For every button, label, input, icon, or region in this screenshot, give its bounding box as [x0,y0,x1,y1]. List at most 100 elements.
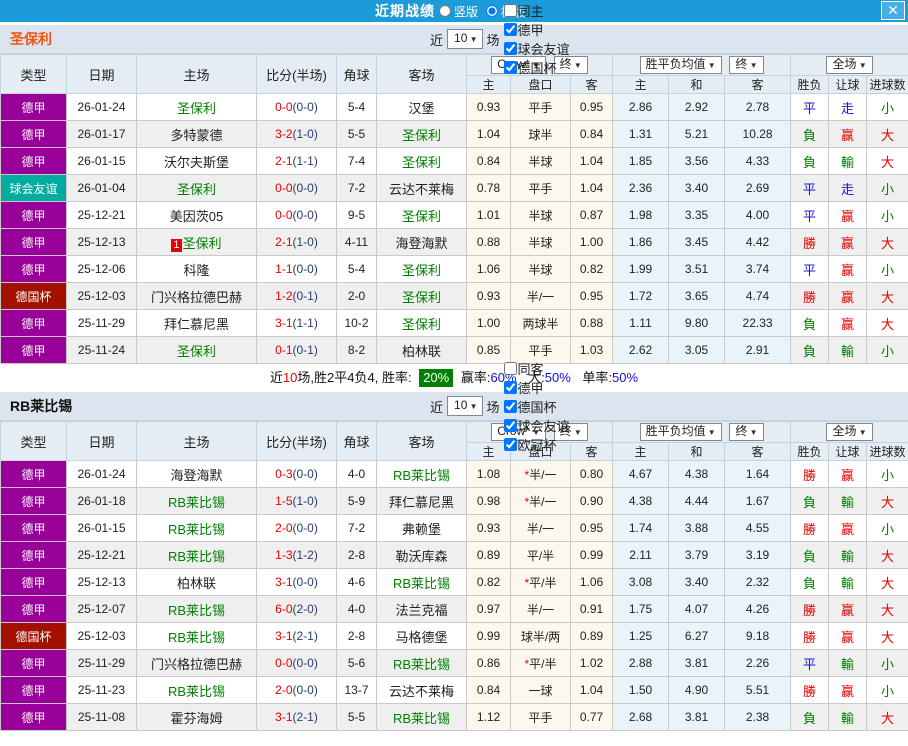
avg-draw-cell: 3.56 [668,147,726,175]
home-team-cell: 柏林联 [136,568,257,596]
winloss-result-cell: 負 [790,120,830,148]
odds-home-cell: 0.99 [466,622,511,650]
filter-option: 同客 [500,359,570,378]
odds-away-cell: 0.95 [569,514,614,542]
home-team-cell: RB莱比锡 [136,595,257,623]
home-team-name: RB莱比锡 [167,683,226,699]
goals-result-cell: 小 [866,93,908,121]
col-avg-home: 主 [612,75,670,94]
handicap-value: 球半/两 [520,629,561,644]
winloss-result-cell: 負 [790,703,830,731]
date-cell: 25-12-21 [66,541,137,569]
odds-home-cell: 0.86 [466,649,511,677]
home-team-name: 门兴格拉德巴赫 [150,656,242,672]
avg-away-cell: 4.74 [724,282,792,310]
filter-checkbox-球会友谊[interactable] [503,418,517,432]
score-cell: 3-1(2-1) [256,703,337,731]
corner-cell: 10-2 [336,309,377,337]
avg-home-cell: 1.86 [612,228,670,256]
score-cell: 6-0(2-0) [256,595,337,623]
corner-cell: 9-5 [336,201,377,229]
odds-away-cell: 0.95 [569,93,614,121]
handicap-cell: 半球 [510,255,571,283]
league-badge-cell: 德国杯 [0,622,67,650]
odds-away-cell: 1.03 [569,336,614,364]
away-team-name: 海登海默 [395,235,448,251]
score-cell: 0-0(0-0) [256,201,337,229]
goals-result-cell: 大 [866,568,908,596]
filter-checkbox-同客[interactable] [503,361,517,375]
handicap-result-cell: 赢 [828,309,868,337]
fulltime-score: 3-1 [275,575,293,589]
halftime-score: (1-1) [292,154,318,168]
date-cell: 26-01-18 [66,487,137,515]
league-filter-options: 同主 德甲 球会友谊 德国杯 [500,1,570,77]
filter-checkbox-德国杯[interactable] [503,61,517,74]
match-row: 德甲 25-11-29 门兴格拉德巴赫 0-0(0-0) 5-6 RB莱比锡 0.86 *平/… [0,649,908,677]
match-count-select[interactable]: 10 [447,396,483,416]
handicap-value: 半/一 [526,521,555,536]
halftime-score: (1-0) [292,235,318,249]
filter-checkbox-德国杯[interactable] [503,399,517,413]
filter-checkbox-球会友谊[interactable] [503,42,517,55]
filter-checkbox-欧冠杯[interactable] [503,437,517,451]
avg-dropdown[interactable]: 胜平负均值 [639,56,722,74]
col-avg-away: 客 [724,442,792,461]
home-team-name: 美因茨05 [169,208,224,224]
match-row: 德甲 25-12-06 科隆 1-1(0-0) 5-4 圣保利 1.06 半球 0.82 1.99… [0,255,908,283]
goals-result-cell: 大 [866,487,908,515]
score-cell: 3-2(1-0) [256,120,337,148]
corner-cell: 7-2 [336,514,377,542]
corner-cell: 5-9 [336,487,377,515]
date-cell: 26-01-17 [66,120,137,148]
match-row: 德甲 26-01-15 沃尔夫斯堡 2-1(1-1) 7-4 圣保利 0.84 半球 1.04 1… [0,147,908,175]
away-team-name: 圣保利 [401,127,441,143]
filter-checkbox-德甲[interactable] [503,23,517,36]
avg-away-cell: 2.91 [724,336,792,364]
handicap-cell: *半/一 [510,460,571,488]
halftime-score: (0-0) [292,575,318,589]
filter-label: 球会友谊 [517,418,570,434]
winloss-result-cell: 負 [790,541,830,569]
goals-result-cell: 小 [866,255,908,283]
avg-dropdown[interactable]: 胜平负均值 [639,423,722,441]
home-team-cell: 门兴格拉德巴赫 [136,649,257,677]
avg-home-cell: 1.25 [612,622,670,650]
score-cell: 2-0(0-0) [256,676,337,704]
goals-result-cell: 大 [866,120,908,148]
filter-checkbox-同主[interactable] [503,4,517,17]
halftime-score: (0-0) [292,656,318,670]
avg-final-dropdown[interactable]: 终 [729,56,764,74]
filter-checkbox-德甲[interactable] [503,380,517,394]
odds-away-cell: 0.89 [569,622,614,650]
score-cell: 2-1(1-1) [256,147,337,175]
fulltime-dropdown[interactable]: 全场 [826,56,873,74]
col-handicap: 盘口 [510,75,571,94]
score-cell: 1-3(1-2) [256,541,337,569]
avg-draw-cell: 3.65 [668,282,726,310]
score-cell: 3-1(2-1) [256,622,337,650]
away-team-cell: 圣保利 [376,255,467,283]
col-home: 主场 [136,54,257,94]
avg-final-dropdown[interactable]: 终 [729,423,764,441]
away-team-name: 圣保利 [401,208,441,224]
home-team-name: 沃尔夫斯堡 [163,154,229,170]
odds-home-cell: 0.84 [466,147,511,175]
fulltime-dropdown[interactable]: 全场 [826,423,873,441]
home-team-name: 科隆 [183,262,210,278]
home-team-cell: RB莱比锡 [136,514,257,542]
away-team-name: RB莱比锡 [392,467,451,483]
odds-home-cell: 1.00 [466,309,511,337]
handicap-result-cell: 赢 [828,255,868,283]
match-row: 德甲 25-12-13 1 圣保利 2-1(1-0) 4-11 海登海默 0.88 半球 1.00… [0,228,908,256]
home-team-name: 圣保利 [176,100,216,116]
winloss-result-cell: 勝 [790,622,830,650]
match-row: 德甲 26-01-18 RB莱比锡 1-5(1-0) 5-9 拜仁慕尼黑 0.98 *半/一 0… [0,487,908,515]
matches-table-leipzig: 类型 日期 主场 比分(半场) 角球 客场 Crow* 终 胜平负均值 终 全场… [0,421,908,731]
filter-option: 德国杯 [500,397,570,416]
halftime-score: (1-0) [292,127,318,141]
avg-home-cell: 2.88 [612,649,670,677]
close-icon[interactable]: ✕ [881,1,905,20]
away-team-cell: 法兰克福 [376,595,467,623]
match-count-select[interactable]: 10 [447,29,483,49]
